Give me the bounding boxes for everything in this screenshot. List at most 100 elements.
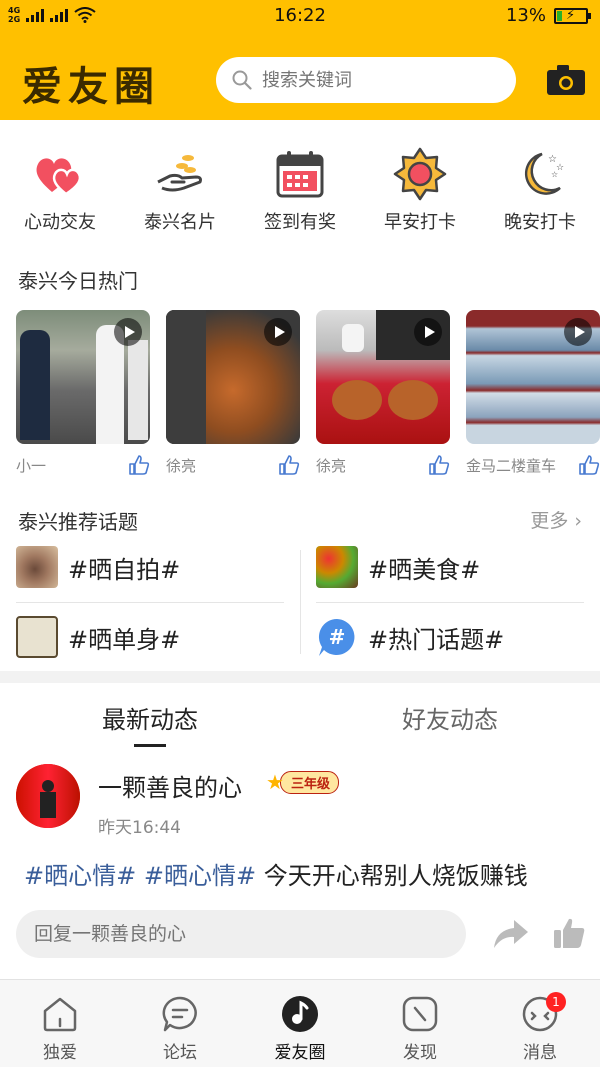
topic-thumbnail <box>16 616 58 658</box>
topics-more-link[interactable]: 更多 › <box>530 506 582 533</box>
tab-friends[interactable]: 好友动态 <box>300 700 600 735</box>
thumbs-up-icon[interactable] <box>128 454 150 476</box>
avatar[interactable] <box>16 764 80 828</box>
nav-label: 独爱 <box>43 1043 77 1063</box>
svg-text:#: # <box>329 625 346 649</box>
thumbs-up-icon[interactable] <box>578 454 600 476</box>
divider <box>316 602 584 603</box>
topic-item[interactable]: # #热门话题# <box>316 616 504 658</box>
topic-item[interactable]: #晒自拍# <box>16 546 180 588</box>
more-label: 更多 <box>530 510 569 532</box>
post-text: 今天开心帮别人烧饭赚钱 <box>263 862 528 890</box>
svg-text:☆: ☆ <box>551 170 558 179</box>
hot-item[interactable]: 徐亮 <box>166 310 300 475</box>
post-author-name[interactable]: 一颗善良的心 <box>98 768 242 803</box>
thumbs-up-icon[interactable] <box>428 454 450 476</box>
section-gap <box>0 671 600 683</box>
feature-label: 早安打卡 <box>384 212 456 233</box>
search-bar[interactable] <box>216 57 516 103</box>
hot-list: 小一 徐亮 徐亮 金马二楼童车 <box>16 310 600 475</box>
hot-section-title: 泰兴今日热门 <box>18 269 138 293</box>
hot-author: 徐亮 <box>316 456 347 475</box>
level-badge-label: 三年级 <box>279 770 339 794</box>
play-icon <box>264 318 292 346</box>
battery-percent: 13% <box>505 5 546 26</box>
notification-badge: 1 <box>546 992 566 1012</box>
tab-latest[interactable]: 最新动态 <box>0 700 300 735</box>
video-thumbnail[interactable] <box>166 310 300 444</box>
music-note-circle-icon <box>282 996 318 1032</box>
post-content: #晒心情# #晒心情# 今天开心帮别人烧饭赚钱 <box>24 856 528 891</box>
video-thumbnail[interactable] <box>16 310 150 444</box>
feature-morning[interactable]: 早安打卡 <box>360 140 480 250</box>
post-timestamp: 昨天16:44 <box>98 818 181 838</box>
nav-label: 发现 <box>403 1043 437 1063</box>
nav-item-duai[interactable]: 独爱 <box>0 980 120 1067</box>
active-tab-indicator <box>134 744 166 747</box>
bottom-navigation: 独爱 论坛 爱友圈 发现 1 消息 <box>0 979 600 1067</box>
nav-label: 消息 <box>523 1043 557 1063</box>
hot-item[interactable]: 徐亮 <box>316 310 450 475</box>
nav-label: 论坛 <box>163 1043 197 1063</box>
hot-author: 徐亮 <box>166 456 197 475</box>
calendar-icon <box>276 151 324 198</box>
thumbs-up-icon[interactable] <box>278 454 300 476</box>
double-heart-icon <box>36 158 82 196</box>
divider <box>300 550 301 654</box>
hashtag-link[interactable]: #晒心情# <box>144 862 256 890</box>
topic-label: #晒自拍# <box>68 555 181 584</box>
play-icon <box>564 318 592 346</box>
video-thumbnail[interactable] <box>466 310 600 444</box>
divider <box>16 602 284 603</box>
camera-icon[interactable] <box>546 64 586 96</box>
nav-label: 爱友圈 <box>274 1043 326 1063</box>
battery-icon: ⚡ <box>554 7 591 24</box>
topics-grid: #晒自拍# #晒美食# #晒单身# # #热门话题# <box>16 542 584 660</box>
hashtag-link[interactable]: #晒心情# <box>24 862 136 890</box>
topic-item[interactable]: #晒单身# <box>16 616 180 658</box>
feature-label: 心动交友 <box>24 212 96 233</box>
feature-label: 泰兴名片 <box>144 212 216 233</box>
topic-label: #热门话题# <box>368 625 505 654</box>
nav-item-aiyouquan[interactable]: 爱友圈 <box>240 980 360 1067</box>
topic-label: #晒美食# <box>368 555 481 584</box>
sun-icon <box>393 147 447 201</box>
battery-status: 13% ⚡ <box>505 5 591 26</box>
thumbs-up-icon[interactable] <box>552 916 586 950</box>
feature-shortcuts: 心动交友 泰兴名片 签到有奖 早安打卡 ☆ ☆ ☆ 晚安打卡 <box>0 140 600 250</box>
reply-box[interactable] <box>16 910 466 958</box>
feature-dating[interactable]: 心动交友 <box>0 140 120 250</box>
hot-item[interactable]: 金马二楼童车 <box>466 310 600 475</box>
topic-thumbnail <box>16 546 58 588</box>
nav-item-discover[interactable]: 发现 <box>360 980 480 1067</box>
video-thumbnail[interactable] <box>316 310 450 444</box>
status-bar: 4G 2G 16:22 13% ⚡ <box>0 0 600 32</box>
hot-item[interactable]: 小一 <box>16 310 150 475</box>
feature-label: 签到有奖 <box>264 212 336 233</box>
chat-bubble-icon <box>162 996 197 1032</box>
hot-author: 小一 <box>16 456 47 475</box>
nav-item-messages[interactable]: 1 消息 <box>480 980 600 1067</box>
topic-thumbnail <box>316 546 358 588</box>
feature-name-card[interactable]: 泰兴名片 <box>120 140 240 250</box>
topic-item[interactable]: #晒美食# <box>316 546 480 588</box>
compass-icon <box>402 996 438 1032</box>
app-header: 4G 2G 16:22 13% ⚡ 爱友圈 <box>0 0 600 120</box>
search-icon <box>232 70 252 90</box>
home-icon <box>43 997 77 1032</box>
reply-input[interactable] <box>34 923 434 945</box>
hot-author: 金马二楼童车 <box>466 456 557 475</box>
app-logo: 爱友圈 <box>22 64 160 110</box>
feature-night[interactable]: ☆ ☆ ☆ 晚安打卡 <box>480 140 600 250</box>
level-badge: ★ 三年级 <box>266 770 339 794</box>
feature-checkin[interactable]: 签到有奖 <box>240 140 360 250</box>
moon-stars-icon: ☆ ☆ ☆ <box>524 152 564 195</box>
topics-section-title: 泰兴推荐话题 <box>18 510 138 534</box>
hashtag-bubble-icon: # <box>318 618 355 656</box>
share-icon[interactable] <box>492 918 530 950</box>
search-input[interactable] <box>262 69 492 91</box>
nav-item-forum[interactable]: 论坛 <box>120 980 240 1067</box>
play-icon <box>414 318 442 346</box>
topic-label: #晒单身# <box>68 625 181 654</box>
feed-tabs: 最新动态 好友动态 <box>0 700 600 750</box>
